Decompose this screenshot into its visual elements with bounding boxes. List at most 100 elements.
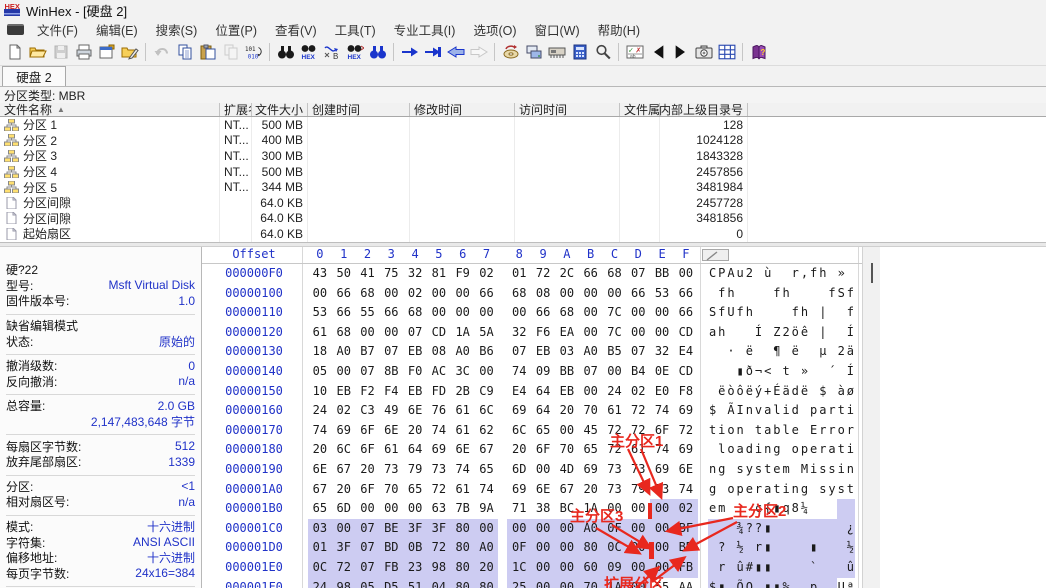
- ascii-char[interactable]: l: [772, 401, 781, 421]
- hex-byte[interactable]: 72: [674, 421, 698, 441]
- continue-search-icon[interactable]: B: [320, 42, 343, 63]
- ascii-char[interactable]: [781, 538, 791, 558]
- ascii-char[interactable]: f: [772, 284, 781, 304]
- ascii-char[interactable]: [827, 323, 836, 343]
- hex-byte[interactable]: 76: [427, 401, 451, 421]
- hex-byte[interactable]: 05: [308, 362, 332, 382]
- ascii-char[interactable]: [837, 303, 846, 323]
- hex-byte[interactable]: C9: [475, 382, 499, 402]
- ascii-char[interactable]: [717, 342, 726, 362]
- ascii-char[interactable]: o: [726, 421, 735, 441]
- hex-byte[interactable]: 98: [331, 577, 356, 588]
- ascii-char[interactable]: a: [736, 440, 745, 460]
- ascii-char[interactable]: Õ: [735, 577, 745, 588]
- hex-byte[interactable]: 00: [332, 362, 356, 382]
- ascii-char[interactable]: [745, 284, 754, 304]
- goto-icon[interactable]: [398, 42, 421, 63]
- ascii-char[interactable]: ù: [763, 264, 772, 284]
- menu-item-3[interactable]: 搜索(S): [147, 18, 207, 41]
- ascii-char[interactable]: ▮: [753, 557, 764, 578]
- hex-byte[interactable]: 3F: [403, 518, 427, 539]
- hex-byte[interactable]: C3: [356, 401, 380, 421]
- ascii-char[interactable]: u: [736, 264, 745, 284]
- hex-byte[interactable]: 67: [308, 480, 332, 500]
- hex-byte[interactable]: 08: [427, 342, 451, 362]
- ascii-char[interactable]: [772, 264, 781, 284]
- ascii-char[interactable]: n: [846, 460, 855, 480]
- ascii-char[interactable]: ·: [726, 342, 735, 362]
- ascii-char[interactable]: [818, 557, 828, 578]
- ascii-char[interactable]: [791, 284, 800, 304]
- ascii-char[interactable]: [818, 284, 827, 304]
- ascii-char[interactable]: U: [837, 578, 846, 588]
- ascii-char[interactable]: y: [745, 460, 754, 480]
- hex-byte[interactable]: 00: [531, 518, 555, 539]
- hex-byte[interactable]: 09: [602, 557, 627, 578]
- ascii-char[interactable]: t: [763, 460, 772, 480]
- ascii-char[interactable]: a: [818, 401, 827, 421]
- hex-row-00000110[interactable]: 00000110 53 66 55 66 68 00 00 00 00 66 68 00 7C 00 00 66…: [202, 303, 862, 323]
- ascii-char[interactable]: o: [726, 480, 735, 500]
- ascii-char[interactable]: i: [809, 460, 818, 480]
- ascii-char[interactable]: q: [782, 499, 791, 519]
- hex-byte[interactable]: 72: [626, 401, 650, 421]
- hex-byte[interactable]: FD: [427, 382, 451, 402]
- hex-byte[interactable]: 74: [650, 440, 674, 460]
- ascii-char[interactable]: a: [827, 440, 836, 460]
- hex-byte[interactable]: 70: [578, 577, 603, 588]
- hex-byte[interactable]: EB: [531, 342, 555, 362]
- edit-folder-icon[interactable]: [118, 42, 141, 63]
- hex-byte[interactable]: 69: [507, 401, 531, 421]
- ascii-char[interactable]: [736, 284, 745, 304]
- hex-byte[interactable]: 6E: [674, 460, 698, 480]
- hex-byte[interactable]: B6: [475, 342, 499, 362]
- hex-byte[interactable]: 61: [379, 440, 403, 460]
- hex-byte[interactable]: 72: [426, 538, 451, 558]
- hex-byte[interactable]: EB: [403, 382, 427, 402]
- ascii-char[interactable]: a: [763, 480, 772, 500]
- hex-byte[interactable]: 66: [332, 303, 356, 323]
- hex-row-000001C0[interactable]: 000001C0 03 00 07 BE 3F 3F 80 00 00 00 00 A0 0F 00 00 BF…: [202, 518, 862, 539]
- ascii-char[interactable]: 8: [791, 499, 800, 519]
- ascii-char[interactable]: [744, 538, 754, 558]
- ascii-char[interactable]: ▮: [763, 518, 773, 539]
- hex-byte[interactable]: 05: [355, 577, 380, 588]
- hex-byte[interactable]: 00: [674, 264, 698, 284]
- ascii-char[interactable]: h: [782, 284, 791, 304]
- hex-byte[interactable]: 72: [626, 421, 650, 441]
- hex-byte[interactable]: 62: [475, 421, 499, 441]
- ascii-char[interactable]: t: [837, 440, 846, 460]
- ascii-char[interactable]: [836, 538, 846, 558]
- ascii-char[interactable]: t: [708, 421, 717, 441]
- ascii-char[interactable]: [781, 557, 791, 578]
- hex-byte[interactable]: 70: [555, 440, 579, 460]
- hex-byte[interactable]: 63: [427, 499, 451, 519]
- ascii-char[interactable]: ´: [827, 362, 836, 382]
- hex-byte[interactable]: 32: [507, 323, 531, 343]
- hex-byte[interactable]: 6F: [356, 421, 380, 441]
- hex-byte[interactable]: 61: [451, 401, 475, 421]
- ascii-char[interactable]: [800, 284, 809, 304]
- print-icon[interactable]: [72, 42, 95, 63]
- ascii-char[interactable]: r: [717, 557, 727, 578]
- hex-byte[interactable]: 00: [650, 303, 674, 323]
- column-header-6[interactable]: 访问时间: [515, 103, 620, 116]
- ascii-char[interactable]: ë: [745, 342, 754, 362]
- ascii-char[interactable]: »: [837, 264, 846, 284]
- hex-byte[interactable]: 18: [308, 342, 332, 362]
- ascii-char[interactable]: [763, 303, 772, 323]
- hex-byte[interactable]: 00: [554, 518, 579, 539]
- ascii-char[interactable]: $: [818, 382, 827, 402]
- hex-byte[interactable]: 6C: [332, 440, 356, 460]
- hex-byte[interactable]: 73: [379, 460, 403, 480]
- hex-byte[interactable]: 00: [650, 518, 674, 539]
- ascii-char[interactable]: [809, 518, 819, 539]
- ascii-char[interactable]: ▮: [809, 538, 819, 558]
- ascii-char[interactable]: Q: [744, 577, 754, 588]
- hex-byte[interactable]: 00: [507, 518, 532, 539]
- ascii-char[interactable]: [827, 538, 837, 558]
- hex-byte[interactable]: CD: [674, 323, 698, 343]
- hex-byte[interactable]: 00: [451, 303, 475, 323]
- menu-item-5[interactable]: 查看(V): [266, 18, 326, 41]
- ascii-char[interactable]: {: [763, 499, 772, 519]
